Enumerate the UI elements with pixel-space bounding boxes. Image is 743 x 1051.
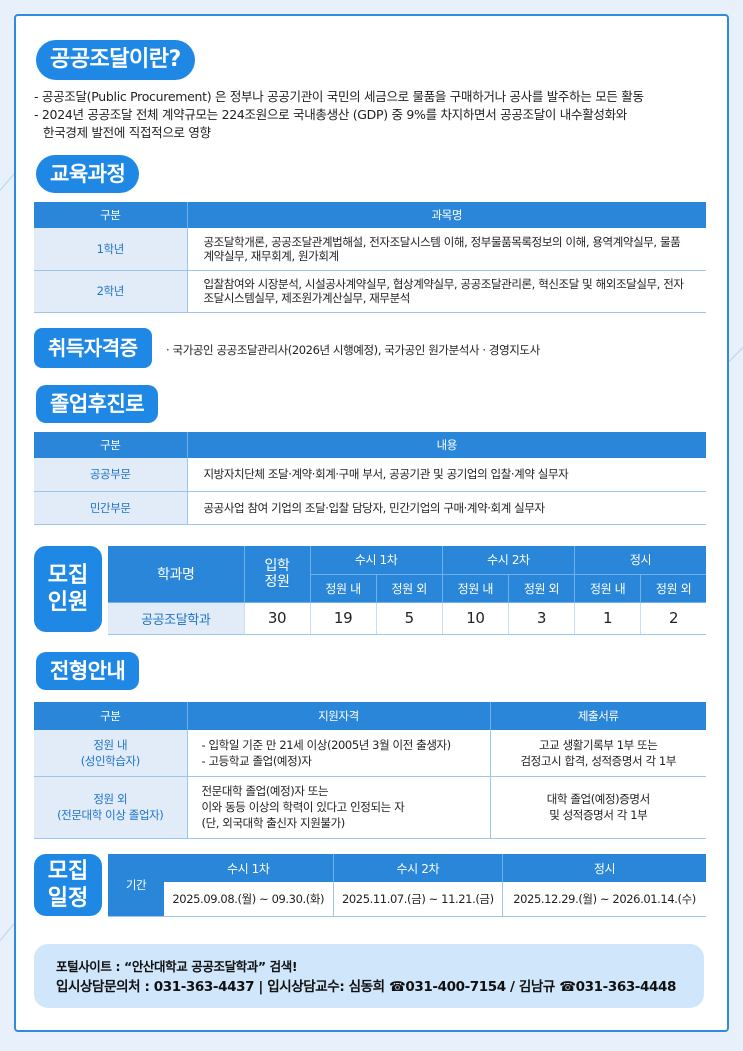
qualification-line: 전문대학 졸업(예정)자 또는: [201, 784, 329, 798]
section-title-career: 졸업후진로: [36, 385, 159, 423]
header-dept: 학과명: [108, 546, 245, 603]
table-header: 과목명: [187, 202, 706, 228]
header-early-2: 수시 2차: [442, 546, 576, 575]
intro-text: - 공공조달(Public Procurement) 은 정부나 공공기관이 국…: [34, 88, 644, 142]
date-range: 2025.09.08.(월) ~ 09.30.(화): [164, 882, 334, 917]
documents-line: 대학 졸업(예정)증명서: [546, 792, 650, 806]
date-range: 2025.12.29.(월) ~ 2026.01.14.(수): [502, 882, 706, 917]
table-header: 구분: [34, 202, 188, 228]
portal-search-text: 포털사이트 : “안산대학교 공공조달학과” 검색!: [56, 959, 298, 974]
documents-line: 검정고시 합격, 성적증명서 각 1부: [520, 753, 677, 768]
qualification: 전문대학 졸업(예정)자 또는 이와 동등 이상의 학력이 있다고 인정되는 자…: [187, 776, 491, 839]
qualification-line: - 고등학교 졸업(예정)자: [201, 753, 312, 768]
section-title-intro: 공공조달이란?: [36, 40, 195, 80]
header-out: 정원 외: [508, 574, 576, 603]
row-label: 2학년: [34, 270, 188, 313]
row-label: 정원 내 (성인학습자): [34, 730, 188, 777]
header-regular: 정시: [574, 546, 706, 575]
s1-out-value: 5: [376, 602, 443, 635]
row-label: 민간부문: [34, 491, 188, 525]
row-label: 공공부문: [34, 458, 188, 492]
s2-in-value: 10: [442, 602, 509, 635]
table-row: 공공조달학과 30 19 5 10 3 1 2: [108, 602, 706, 635]
row-label: 정원 외 (전문대학 이상 졸업자): [34, 776, 188, 839]
schedule-label: 모집 일정: [34, 854, 102, 916]
career-table: 구분 내용 공공부문 지방자치단체 조달·계약·회계·구매 부서, 공공기관 및…: [34, 432, 706, 525]
row-text: 공조달학개론, 공공조달관계법해설, 전자조달시스템 이해, 정부물품목록정보의…: [187, 228, 706, 271]
schedule-table: 기간 수시 1차 수시 2차 정시 2025.09.08.(월) ~ 09.30…: [108, 854, 706, 917]
curriculum-table: 구분 과목명 1학년 공조달학개론, 공공조달관계법해설, 전자조달시스템 이해…: [34, 202, 706, 313]
label-line: 모집: [47, 859, 89, 884]
intro-line: - 2024년 공공조달 전체 계약규모는 224조원으로 국내총생산 (GDP…: [34, 107, 627, 122]
s2-out-value: 3: [508, 602, 576, 635]
table-header: 제출서류: [490, 702, 706, 730]
table-header: 구분: [34, 432, 188, 458]
contact-footer: 포털사이트 : “안산대학교 공공조달학과” 검색! 입시상담문의처 : 031…: [34, 944, 704, 1008]
reg-in-value: 1: [574, 602, 642, 635]
documents: 고교 생활기록부 1부 또는 검정고시 합격, 성적증명서 각 1부: [490, 730, 706, 777]
label-line: (성인학습자): [80, 753, 140, 768]
label-line: (전문대학 이상 졸업자): [57, 808, 164, 822]
label-line: 정원 외: [93, 792, 128, 806]
period-label: 기간: [108, 854, 164, 917]
documents-line: 고교 생활기록부 1부 또는: [539, 737, 658, 752]
documents: 대학 졸업(예정)증명서 및 성적증명서 각 1부: [490, 776, 706, 839]
s1-in-value: 19: [310, 602, 377, 635]
intro-line: - 공공조달(Public Procurement) 은 정부나 공공기관이 국…: [34, 89, 644, 104]
table-header: 수시 1차: [164, 854, 334, 882]
table-header: 구분: [34, 702, 188, 730]
recruit-count-label: 모집 인원: [34, 546, 102, 632]
table-header: 지원자격: [187, 702, 491, 730]
header-early-1: 수시 1차: [310, 546, 443, 575]
table-header: 내용: [187, 432, 706, 458]
row-text: 공공사업 참여 기업의 조달·입찰 담당자, 민간기업의 구매·계약·회계 실무…: [187, 491, 706, 525]
section-title-certificates: 취득자격증: [34, 328, 152, 368]
header-in: 정원 내: [574, 574, 642, 603]
section-title-curriculum: 교육과정: [36, 155, 140, 193]
qualification-line: - 입학일 기준 만 21세 이상(2005년 3월 이전 출생자): [201, 737, 452, 752]
table-row: 2025.09.08.(월) ~ 09.30.(화) 2025.11.07.(금…: [108, 882, 706, 917]
reg-out-value: 2: [640, 602, 706, 635]
table-row: 민간부문 공공사업 참여 기업의 조달·입찰 담당자, 민간기업의 구매·계약·…: [34, 491, 706, 525]
contact-text: 입시상담문의처 : 031-363-4437 | 입시상담교수: 심동희 ☎03…: [56, 979, 676, 995]
table-row: 정원 내 (성인학습자) - 입학일 기준 만 21세 이상(2005년 3월 …: [34, 730, 706, 777]
row-text: 지방자치단체 조달·계약·회계·구매 부서, 공공기관 및 공기업의 입찰·계약…: [187, 458, 706, 492]
row-text: 입찰참여와 시장분석, 시설공사계약실무, 협상계약실무, 공공조달관리론, 혁…: [187, 270, 706, 313]
label-line: 모집: [47, 563, 89, 588]
certificates-text: · 국가공인 공공조달관리사(2026년 시행예정), 국가공인 원가분석사 ·…: [166, 343, 540, 357]
intro-line: 한국경제 발전에 직접적으로 영향: [43, 125, 211, 140]
table-row: 1학년 공조달학개론, 공공조달관계법해설, 전자조달시스템 이해, 정부물품목…: [34, 228, 706, 271]
header-in: 정원 내: [310, 574, 377, 603]
label-line: 인원: [47, 590, 89, 615]
label-line: 일정: [47, 886, 89, 911]
qualification-line: 이와 동등 이상의 학력이 있다고 인정되는 자: [201, 800, 405, 814]
dept-name: 공공조달학과: [108, 602, 245, 635]
row-label: 1학년: [34, 228, 188, 271]
documents-line: 및 성적증명서 각 1부: [549, 808, 648, 822]
guide-table: 구분 지원자격 제출서류 정원 내 (성인학습자) - 입학일 기준 만 21세…: [34, 702, 706, 839]
header-out: 정원 외: [376, 574, 443, 603]
table-header: 정시: [502, 854, 706, 882]
header-out: 정원 외: [640, 574, 706, 603]
date-range: 2025.11.07.(금) ~ 11.21.(금): [333, 882, 504, 917]
table-row: 2학년 입찰참여와 시장분석, 시설공사계약실무, 협상계약실무, 공공조달관리…: [34, 270, 706, 313]
recruit-count-table: 학과명 입학 정원 수시 1차 수시 2차 정시 정원 내 정원 외 정원 내 …: [108, 546, 706, 635]
quota-value: 30: [244, 602, 311, 635]
table-header: 수시 2차: [333, 854, 504, 882]
section-title-guide: 전형안내: [36, 652, 140, 690]
label-line: 정원 내: [93, 737, 128, 752]
table-row: 공공부문 지방자치단체 조달·계약·회계·구매 부서, 공공기관 및 공기업의 …: [34, 458, 706, 492]
header-in: 정원 내: [442, 574, 509, 603]
qualification-line: (단, 외국대학 출신자 지원불가): [201, 816, 346, 830]
header-quota: 입학 정원: [244, 546, 311, 603]
qualification: - 입학일 기준 만 21세 이상(2005년 3월 이전 출생자) - 고등학…: [187, 730, 491, 777]
table-row: 정원 외 (전문대학 이상 졸업자) 전문대학 졸업(예정)자 또는 이와 동등…: [34, 776, 706, 839]
